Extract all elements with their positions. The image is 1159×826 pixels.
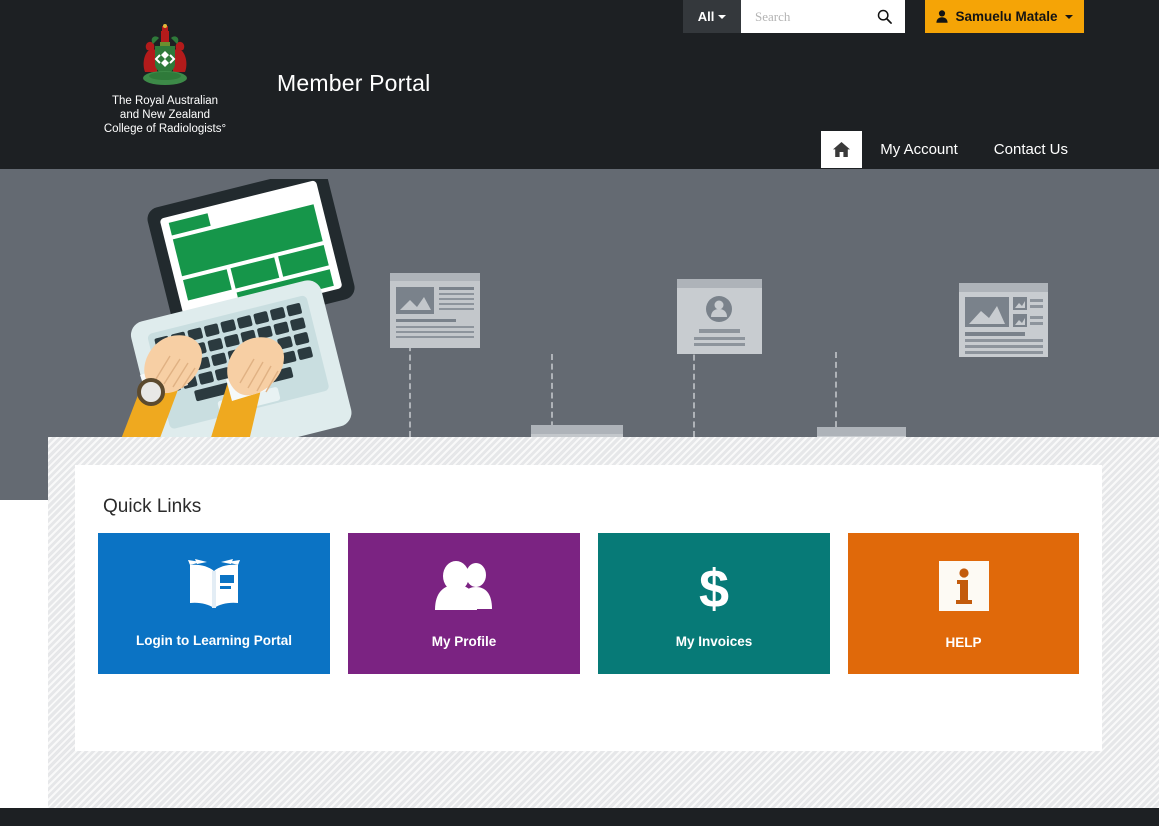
page-root: All Samuelu Matale <box>0 0 1159 826</box>
dollar-sign-icon: $ <box>699 559 729 617</box>
brand-line-3: College of Radiologists° <box>103 123 227 135</box>
list-card-mockup <box>817 427 906 437</box>
search-input-wrap <box>741 0 863 33</box>
gallery-card-mockup <box>531 425 623 437</box>
tile-label: My Profile <box>431 634 497 649</box>
tile-label: HELP <box>945 635 982 650</box>
svg-text:$: $ <box>699 559 729 617</box>
site-header: All Samuelu Matale <box>0 0 1159 169</box>
nav-label: Contact Us <box>993 141 1068 158</box>
media-card-mockup <box>959 283 1048 357</box>
connector-line <box>835 352 837 437</box>
tile-label: Login to Learning Portal <box>136 633 292 648</box>
search-icon <box>877 9 892 24</box>
page-left-gutter <box>0 500 48 808</box>
banner-left-extension <box>0 437 48 500</box>
brand-line-2: and New Zealand <box>119 109 211 121</box>
profile-card-mockup <box>677 279 762 354</box>
user-icon <box>936 10 949 23</box>
nav-label: My Account <box>880 141 958 158</box>
laptop-hands-typing-illustration <box>121 179 355 437</box>
tile-label: My Invoices <box>675 634 753 649</box>
coat-of-arms-crest <box>143 24 187 85</box>
hero-banner <box>0 169 1159 437</box>
article-card-mockup <box>390 273 480 348</box>
site-footer <box>0 808 1159 826</box>
brand-line-1: The Royal Australian <box>111 95 219 107</box>
nav-item-my-account[interactable]: My Account <box>862 131 976 168</box>
main-navigation: My Account Contact Us <box>821 131 1086 168</box>
chevron-down-icon <box>1064 14 1073 19</box>
quick-link-tile-my-profile[interactable]: My Profile <box>348 533 580 674</box>
chevron-down-icon <box>718 14 727 19</box>
open-book-icon <box>188 559 240 608</box>
quick-link-tile-learning-portal[interactable]: Login to Learning Portal <box>98 533 330 674</box>
brand-logo-text: The Royal Australian and New Zealand Col… <box>100 94 230 136</box>
search-input[interactable] <box>753 7 862 26</box>
quick-link-tile-my-invoices[interactable]: $ My Invoices <box>598 533 830 674</box>
tile-icon-wrap: $ <box>598 559 830 617</box>
tile-icon-wrap <box>848 559 1079 615</box>
user-menu-button[interactable]: Samuelu Matale <box>925 0 1084 33</box>
search-scope-dropdown[interactable]: All <box>683 0 741 33</box>
user-name-label: Samuelu Matale <box>955 9 1058 24</box>
brand-logo[interactable]: The Royal Australian and New Zealand Col… <box>100 24 230 136</box>
tile-icon-wrap <box>98 559 330 611</box>
quick-link-tile-help[interactable]: HELP <box>848 533 1079 674</box>
page-title: Member Portal <box>277 70 431 96</box>
people-icon <box>435 561 492 610</box>
nav-item-home[interactable] <box>821 131 863 168</box>
tile-icon-wrap <box>348 559 580 611</box>
nav-item-contact-us[interactable]: Contact Us <box>976 131 1086 168</box>
search-button[interactable] <box>863 0 905 33</box>
home-icon <box>833 142 851 157</box>
quick-links-heading: Quick Links <box>103 496 202 517</box>
info-icon <box>938 561 989 611</box>
search-bar: All <box>683 0 905 33</box>
search-scope-label: All <box>697 9 715 24</box>
